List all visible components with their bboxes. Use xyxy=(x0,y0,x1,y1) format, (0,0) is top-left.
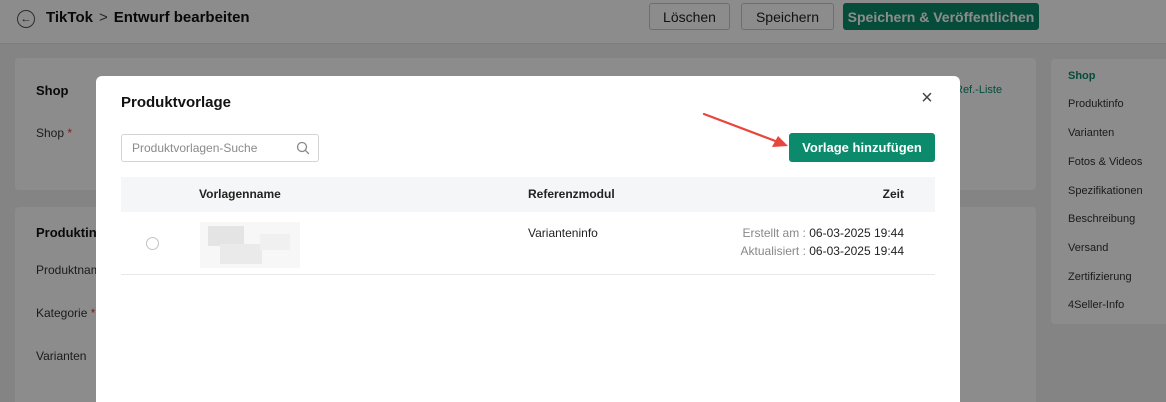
row-updated-time: Aktualisiert : 06-03-2025 19:44 xyxy=(741,244,904,258)
add-template-button[interactable]: Vorlage hinzufügen xyxy=(789,133,935,162)
updated-value: 06-03-2025 19:44 xyxy=(809,244,904,258)
template-search-input[interactable] xyxy=(121,134,319,162)
column-template-name: Vorlagenname xyxy=(199,187,281,201)
row-select-radio[interactable] xyxy=(146,237,159,250)
updated-label: Aktualisiert : xyxy=(740,244,806,258)
table-row[interactable]: Varianteninfo Erstellt am : 06-03-2025 1… xyxy=(121,212,935,275)
annotation-arrow-icon xyxy=(702,112,788,147)
product-template-modal: Produktvorlage × Vorlage hinzufügen Vorl… xyxy=(96,76,960,402)
search-icon[interactable] xyxy=(296,141,310,155)
column-time: Zeit xyxy=(882,187,904,201)
created-label: Erstellt am : xyxy=(742,226,806,240)
created-value: 06-03-2025 19:44 xyxy=(809,226,904,240)
row-created-time: Erstellt am : 06-03-2025 19:44 xyxy=(743,226,904,240)
modal-title: Produktvorlage xyxy=(121,94,232,111)
close-icon[interactable]: × xyxy=(917,88,937,108)
blurred-template-name xyxy=(200,222,300,268)
table-header: Vorlagenname Referenzmodul Zeit xyxy=(121,177,935,212)
row-reference-module: Varianteninfo xyxy=(528,226,598,240)
column-reference-module: Referenzmodul xyxy=(528,187,615,201)
